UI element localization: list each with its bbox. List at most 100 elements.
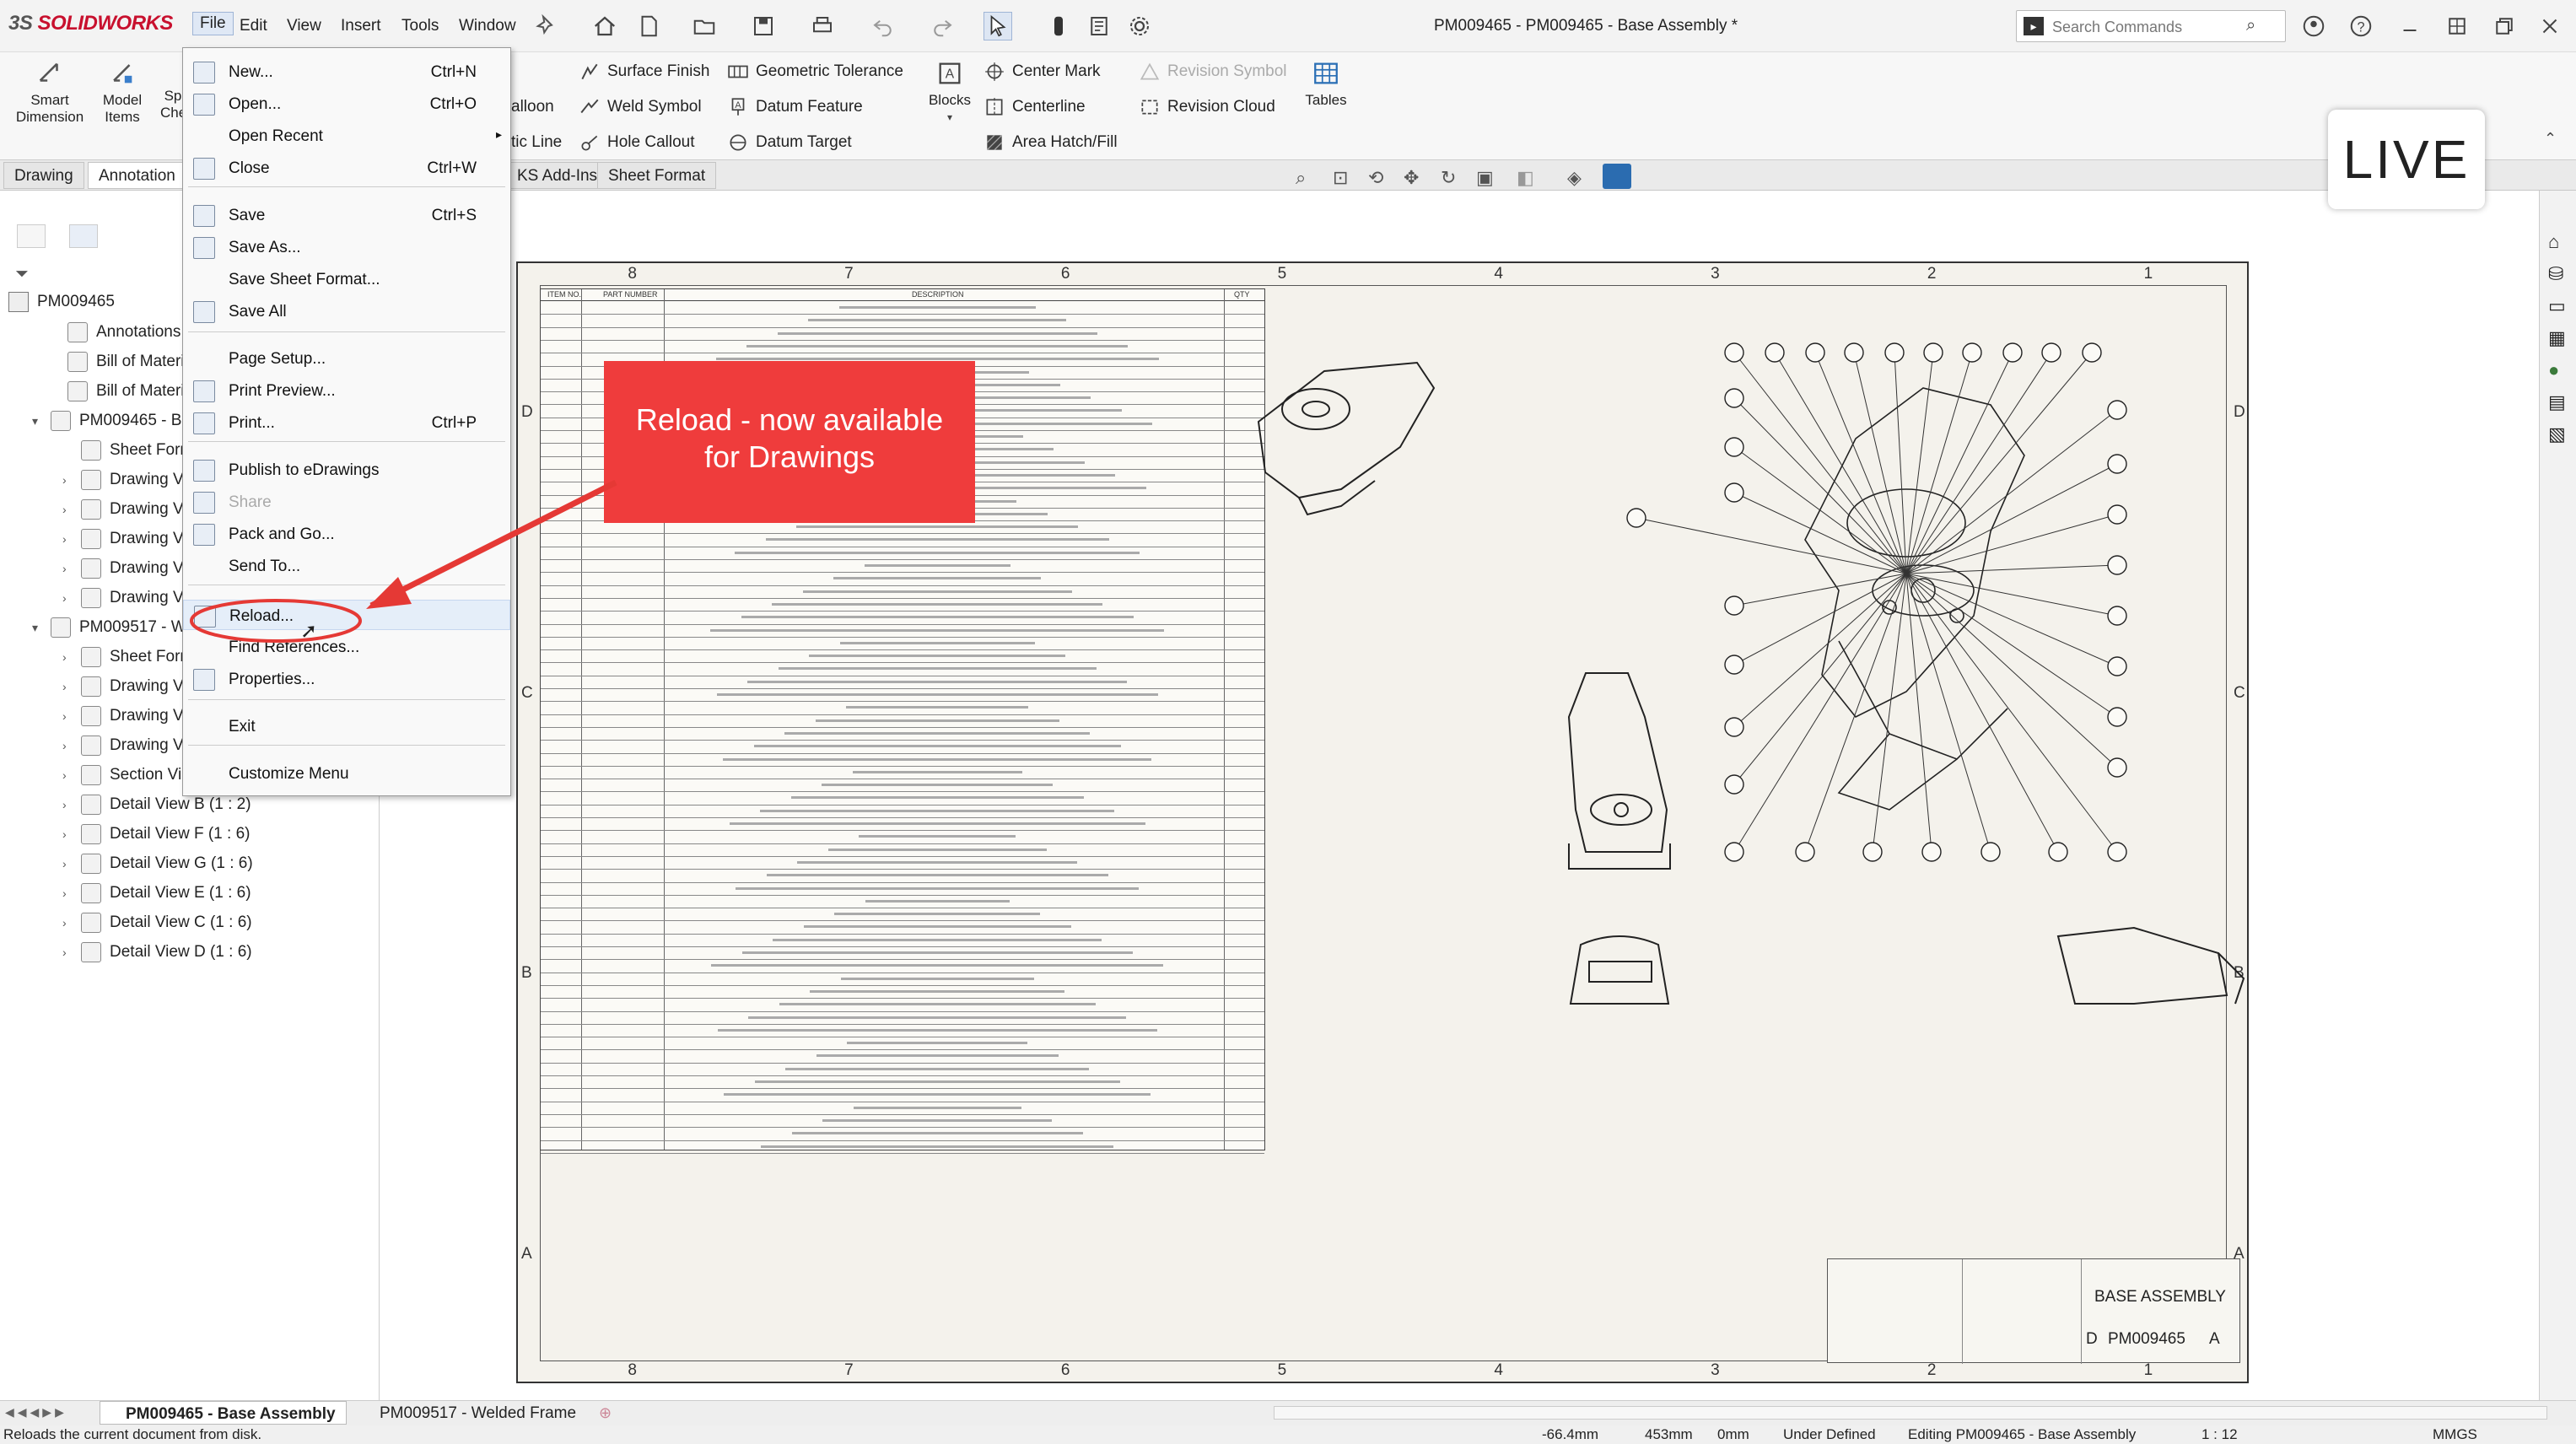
search-commands-input[interactable]: ▸ Search Commands ⌕ bbox=[2016, 10, 2286, 42]
sheet-tab-welded-frame[interactable]: PM009517 - Welded Frame bbox=[351, 1401, 586, 1425]
resources-home-icon[interactable]: ⌂ bbox=[2548, 231, 2559, 253]
rotate-icon[interactable]: ↻ bbox=[1441, 167, 1456, 189]
tab-ks-addins[interactable]: KS Add-Ins bbox=[506, 162, 609, 189]
balloon[interactable] bbox=[1724, 655, 1744, 675]
pin-icon[interactable] bbox=[533, 12, 562, 40]
balloon[interactable] bbox=[2002, 342, 2023, 363]
menu-item-exit[interactable]: Exit bbox=[183, 711, 510, 741]
surface-finish-button[interactable]: Surface Finish bbox=[579, 61, 709, 83]
tree-item[interactable]: Drawing Vie bbox=[81, 706, 196, 726]
tree-item[interactable]: Detail View C (1 : 6) bbox=[81, 913, 252, 933]
balloon[interactable] bbox=[2107, 656, 2127, 676]
tree-item[interactable]: Drawing Vie bbox=[81, 558, 196, 579]
add-sheet-icon[interactable]: ⊕ bbox=[599, 1404, 612, 1422]
appearance-icon[interactable] bbox=[1603, 164, 1631, 189]
collapse-ribbon-icon[interactable]: ⌃ bbox=[2544, 130, 2557, 148]
center-mark-button[interactable]: Center Mark bbox=[984, 61, 1101, 83]
menu-item-properties[interactable]: Properties... bbox=[183, 664, 510, 694]
display-style-icon[interactable]: ▣ bbox=[1476, 167, 1494, 189]
balloon[interactable] bbox=[1795, 842, 1815, 862]
tab-drawing[interactable]: Drawing bbox=[3, 162, 84, 189]
tree-expand-arrow-icon[interactable]: › bbox=[62, 503, 67, 516]
menu-item-close[interactable]: Close Ctrl+W bbox=[183, 153, 510, 183]
search-icon[interactable]: ⌕ bbox=[2246, 16, 2255, 35]
balloon[interactable] bbox=[1923, 342, 1943, 363]
options-gear-icon[interactable] bbox=[1125, 12, 1154, 40]
sheet-tab-base-assembly[interactable]: PM009465 - Base Assembly bbox=[100, 1401, 347, 1425]
new-document-icon[interactable] bbox=[634, 12, 663, 40]
tree-root-drawing[interactable]: PM009465 bbox=[8, 292, 115, 312]
tree-item[interactable]: Drawing Vie bbox=[81, 499, 196, 520]
tree-item[interactable]: Annotations bbox=[67, 322, 181, 342]
tables-button[interactable]: Tables bbox=[1301, 59, 1351, 109]
menu-item-print[interactable]: Print... Ctrl+P bbox=[183, 407, 510, 438]
balloon[interactable] bbox=[1626, 508, 1646, 528]
tile-icon[interactable] bbox=[2443, 12, 2471, 40]
tree-expand-arrow-icon[interactable]: ▾ bbox=[32, 621, 38, 635]
balloon[interactable] bbox=[1724, 482, 1744, 503]
geometric-tolerance-button[interactable]: Geometric Tolerance bbox=[727, 61, 903, 83]
menu-item-customize-menu[interactable]: Customize Menu bbox=[183, 758, 510, 789]
feature-manager-tab-icon[interactable] bbox=[17, 224, 46, 248]
menu-item-save-all[interactable]: Save All bbox=[183, 296, 510, 326]
account-icon[interactable] bbox=[2299, 12, 2328, 40]
balloon[interactable] bbox=[1724, 342, 1744, 363]
minimize-icon[interactable] bbox=[2395, 12, 2424, 40]
tree-expand-arrow-icon[interactable]: › bbox=[62, 532, 67, 546]
home-icon[interactable] bbox=[590, 12, 619, 40]
help-icon[interactable]: ? bbox=[2347, 12, 2375, 40]
balloon[interactable] bbox=[1921, 842, 1942, 862]
balloon[interactable] bbox=[2107, 707, 2127, 727]
tree-expand-arrow-icon[interactable]: › bbox=[62, 768, 67, 782]
menu-item-new[interactable]: New... Ctrl+N bbox=[183, 57, 510, 87]
tree-item[interactable]: Drawing Vie bbox=[81, 470, 196, 490]
datum-feature-button[interactable]: A Datum Feature bbox=[727, 96, 863, 118]
tree-expand-arrow-icon[interactable]: › bbox=[62, 650, 67, 664]
sheet-nav-arrows-icon[interactable]: ◀◀◀▶▶ bbox=[5, 1405, 67, 1420]
menu-item-page-setup[interactable]: Page Setup... bbox=[183, 343, 510, 374]
tree-item[interactable]: Detail View E (1 : 6) bbox=[81, 883, 251, 903]
filter-icon[interactable]: ⏷ bbox=[15, 265, 29, 284]
open-folder-icon[interactable] bbox=[690, 12, 719, 40]
tree-item[interactable]: Detail View G (1 : 6) bbox=[81, 854, 253, 874]
balloon[interactable] bbox=[1981, 842, 2001, 862]
close-icon[interactable] bbox=[2536, 12, 2564, 40]
balloon[interactable] bbox=[1724, 437, 1744, 457]
tree-expand-arrow-icon[interactable]: › bbox=[62, 827, 67, 841]
property-manager-tab-icon[interactable] bbox=[69, 224, 98, 248]
menu-item-open[interactable]: Open... Ctrl+O bbox=[183, 89, 510, 119]
balloon[interactable] bbox=[1724, 842, 1744, 862]
menu-edit[interactable]: Edit bbox=[240, 17, 267, 35]
pan-icon[interactable]: ✥ bbox=[1404, 167, 1419, 189]
print-icon[interactable] bbox=[808, 12, 837, 40]
tree-item[interactable]: Drawing Vie bbox=[81, 529, 196, 549]
zoom-to-area-icon[interactable]: ⊡ bbox=[1333, 167, 1348, 189]
balloon[interactable] bbox=[2107, 454, 2127, 474]
tab-annotation[interactable]: Annotation bbox=[88, 162, 186, 189]
balloon[interactable] bbox=[2107, 504, 2127, 525]
tree-item[interactable]: Drawing Vie bbox=[81, 588, 196, 608]
balloon[interactable] bbox=[1724, 595, 1744, 616]
area-hatch-button[interactable]: Area Hatch/Fill bbox=[984, 132, 1118, 154]
undo-icon[interactable] bbox=[869, 12, 897, 40]
centerline-button[interactable]: Centerline bbox=[984, 96, 1086, 118]
horizontal-scrollbar[interactable] bbox=[1274, 1406, 2547, 1420]
redo-icon[interactable] bbox=[928, 12, 957, 40]
balloon[interactable] bbox=[2107, 400, 2127, 420]
search-mode-icon[interactable]: ▸ bbox=[2024, 17, 2044, 35]
blocks-dropdown-icon[interactable]: ▾ bbox=[924, 109, 975, 126]
menu-item-save-as[interactable]: Save As... bbox=[183, 232, 510, 262]
balloon[interactable] bbox=[2107, 842, 2127, 862]
previous-view-icon[interactable]: ⟲ bbox=[1368, 167, 1383, 189]
menu-file[interactable]: File bbox=[192, 12, 234, 35]
custom-properties-icon[interactable]: ▤ bbox=[2548, 391, 2566, 413]
status-units[interactable]: MMGS bbox=[2433, 1426, 2477, 1443]
balloon[interactable] bbox=[1844, 342, 1864, 363]
tree-expand-arrow-icon[interactable]: › bbox=[62, 680, 67, 693]
tree-expand-arrow-icon[interactable]: › bbox=[62, 739, 67, 752]
tree-item[interactable]: Detail View B (1 : 2) bbox=[81, 795, 251, 815]
select-arrow-icon[interactable] bbox=[984, 12, 1012, 40]
tree-item[interactable]: Detail View F (1 : 6) bbox=[81, 824, 250, 844]
menu-item-print-preview[interactable]: Print Preview... bbox=[183, 375, 510, 406]
magnetic-line-button[interactable]: tic Line bbox=[511, 133, 562, 152]
